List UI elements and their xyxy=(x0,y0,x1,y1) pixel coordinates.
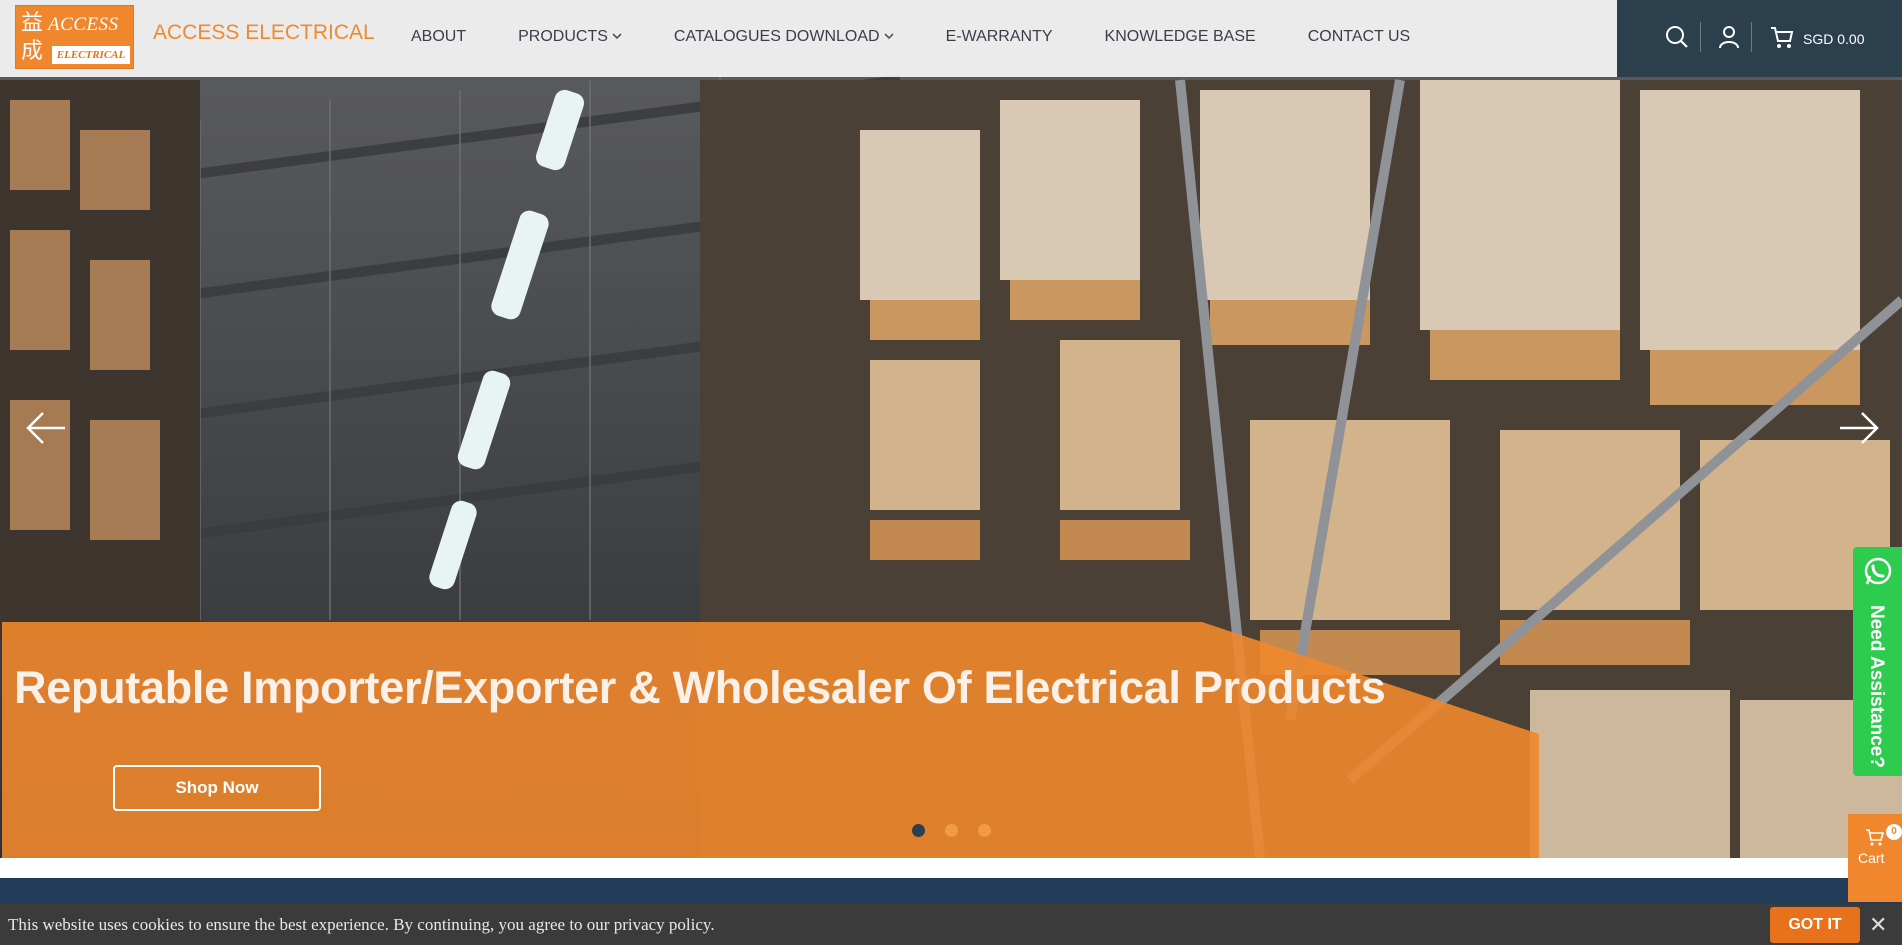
nav-item-e-warranty[interactable]: E-WARRANTY xyxy=(946,28,1053,46)
nav-label: CONTACT US xyxy=(1307,28,1411,45)
site-logo[interactable]: 益成 ACCESS ELECTRICAL xyxy=(15,5,134,69)
divider xyxy=(1700,22,1701,52)
cart-icon xyxy=(1865,828,1885,851)
logo-chinese-text: 益成 xyxy=(20,11,43,64)
nav-item-about[interactable]: ABOUT xyxy=(411,28,466,46)
whatsapp-assistance-button[interactable]: Need Assistance? xyxy=(1853,547,1902,776)
nav-label: E-WARRANTY xyxy=(945,28,1053,45)
slider-dot-active[interactable] xyxy=(912,824,925,837)
hero-banner-overlay xyxy=(2,622,1539,858)
user-icon[interactable] xyxy=(1716,24,1744,52)
nav-label: ABOUT xyxy=(411,28,467,45)
slider-dot[interactable] xyxy=(978,824,991,837)
cart-total[interactable]: SGD 0.00 xyxy=(1803,31,1864,47)
next-section-preview xyxy=(0,878,1902,904)
cart-count-badge: 0 xyxy=(1886,824,1902,840)
slider-prev-arrow-icon[interactable] xyxy=(25,410,67,446)
hero-title: Reputable Importer/Exporter & Wholesaler… xyxy=(14,662,1386,713)
section-divider xyxy=(0,858,1902,878)
slider-dot[interactable] xyxy=(945,824,958,837)
cart-icon[interactable] xyxy=(1769,24,1797,52)
nav-item-contact-us[interactable]: CONTACT US xyxy=(1308,28,1411,46)
search-icon[interactable] xyxy=(1664,24,1692,52)
cookie-banner: This website uses cookies to ensure the … xyxy=(0,904,1902,945)
got-it-button[interactable]: GOT IT xyxy=(1770,907,1860,943)
nav-item-knowledge-base[interactable]: KNOWLEDGE BASE xyxy=(1105,28,1256,46)
nav-item-products[interactable]: PRODUCTS xyxy=(518,28,622,46)
close-icon[interactable]: ✕ xyxy=(1869,912,1887,938)
whatsapp-icon xyxy=(1862,555,1894,592)
nav-label: KNOWLEDGE BASE xyxy=(1104,28,1256,45)
logo-access-text: ACCESS xyxy=(48,14,119,35)
chevron-down-icon xyxy=(883,31,894,43)
whatsapp-label: Need Assistance? xyxy=(1866,605,1887,768)
shop-now-button[interactable]: Shop Now xyxy=(113,765,321,811)
nav-item-catalogues-download[interactable]: CATALOGUES DOWNLOAD xyxy=(674,28,894,46)
nav-label: CATALOGUES DOWNLOAD xyxy=(673,28,880,45)
brand-name-link[interactable]: ACCESS ELECTRICAL xyxy=(153,21,375,45)
logo-electrical-text: ELECTRICAL xyxy=(52,46,130,64)
cart-label: Cart xyxy=(1858,850,1885,866)
slider-next-arrow-icon[interactable] xyxy=(1838,410,1880,446)
divider xyxy=(1751,22,1752,52)
cookie-message: This website uses cookies to ensure the … xyxy=(8,915,715,934)
main-nav: ABOUT PRODUCTS CATALOGUES DOWNLOAD E-WAR… xyxy=(411,28,1462,46)
site-header: 益成 ACCESS ELECTRICAL ACCESS ELECTRICAL A… xyxy=(0,0,1617,77)
nav-label: PRODUCTS xyxy=(518,28,608,45)
floating-cart-button[interactable]: 0 Cart xyxy=(1848,814,1902,902)
slider-pagination xyxy=(912,824,991,837)
header-utility-bar: SGD 0.00 xyxy=(1617,0,1902,77)
chevron-down-icon xyxy=(612,31,622,43)
